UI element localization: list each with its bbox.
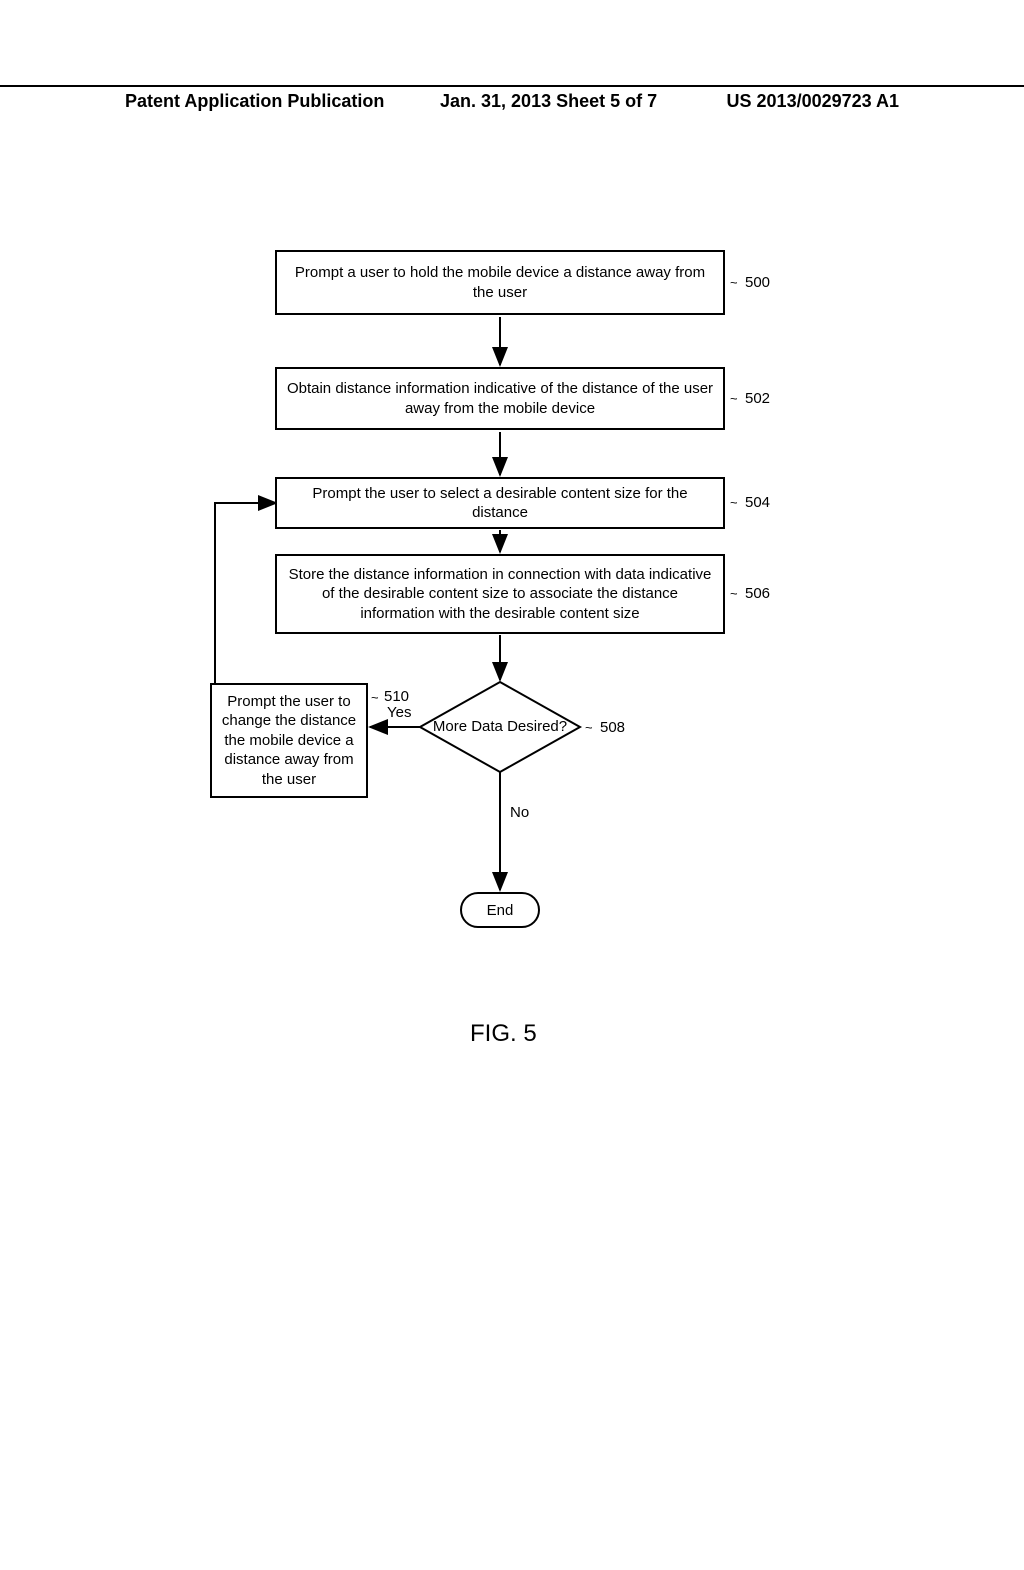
process-box-504: Prompt the user to select a desirable co… — [275, 477, 725, 529]
process-text: Prompt the user to change the distance t… — [218, 692, 360, 790]
header-left: Patent Application Publication — [125, 91, 384, 112]
page-header: Patent Application Publication Jan. 31, … — [0, 85, 1024, 112]
ref-504: 504 — [745, 494, 770, 511]
process-box-510: Prompt the user to change the distance t… — [210, 683, 368, 798]
figure-caption: FIG. 5 — [470, 1020, 537, 1048]
process-box-506: Store the distance information in connec… — [275, 554, 725, 634]
edge-no: No — [510, 804, 529, 821]
ref-tick: ~ — [730, 275, 738, 290]
process-text: Store the distance information in connec… — [283, 565, 717, 624]
terminator-text: End — [487, 902, 514, 919]
ref-508: 508 — [600, 719, 625, 736]
process-text: Prompt the user to select a desirable co… — [283, 484, 717, 523]
ref-tick: ~ — [730, 586, 738, 601]
ref-506: 506 — [745, 585, 770, 602]
decision-text: More Data Desired? — [433, 718, 567, 737]
ref-502: 502 — [745, 390, 770, 407]
ref-tick: ~ — [730, 391, 738, 406]
edge-yes: Yes — [387, 704, 411, 721]
terminator-end: End — [460, 892, 540, 928]
ref-tick: ~ — [585, 720, 593, 735]
header-right: US 2013/0029723 A1 — [727, 91, 899, 112]
ref-tick: ~ — [730, 495, 738, 510]
ref-510: 510 — [384, 688, 409, 705]
process-text: Obtain distance information indicative o… — [283, 379, 717, 418]
ref-500: 500 — [745, 274, 770, 291]
decision-508: More Data Desired? — [420, 682, 580, 772]
process-box-502: Obtain distance information indicative o… — [275, 367, 725, 430]
ref-tick: ~ — [371, 690, 379, 705]
process-text: Prompt a user to hold the mobile device … — [283, 263, 717, 302]
header-center: Jan. 31, 2013 Sheet 5 of 7 — [440, 91, 657, 112]
process-box-500: Prompt a user to hold the mobile device … — [275, 250, 725, 315]
